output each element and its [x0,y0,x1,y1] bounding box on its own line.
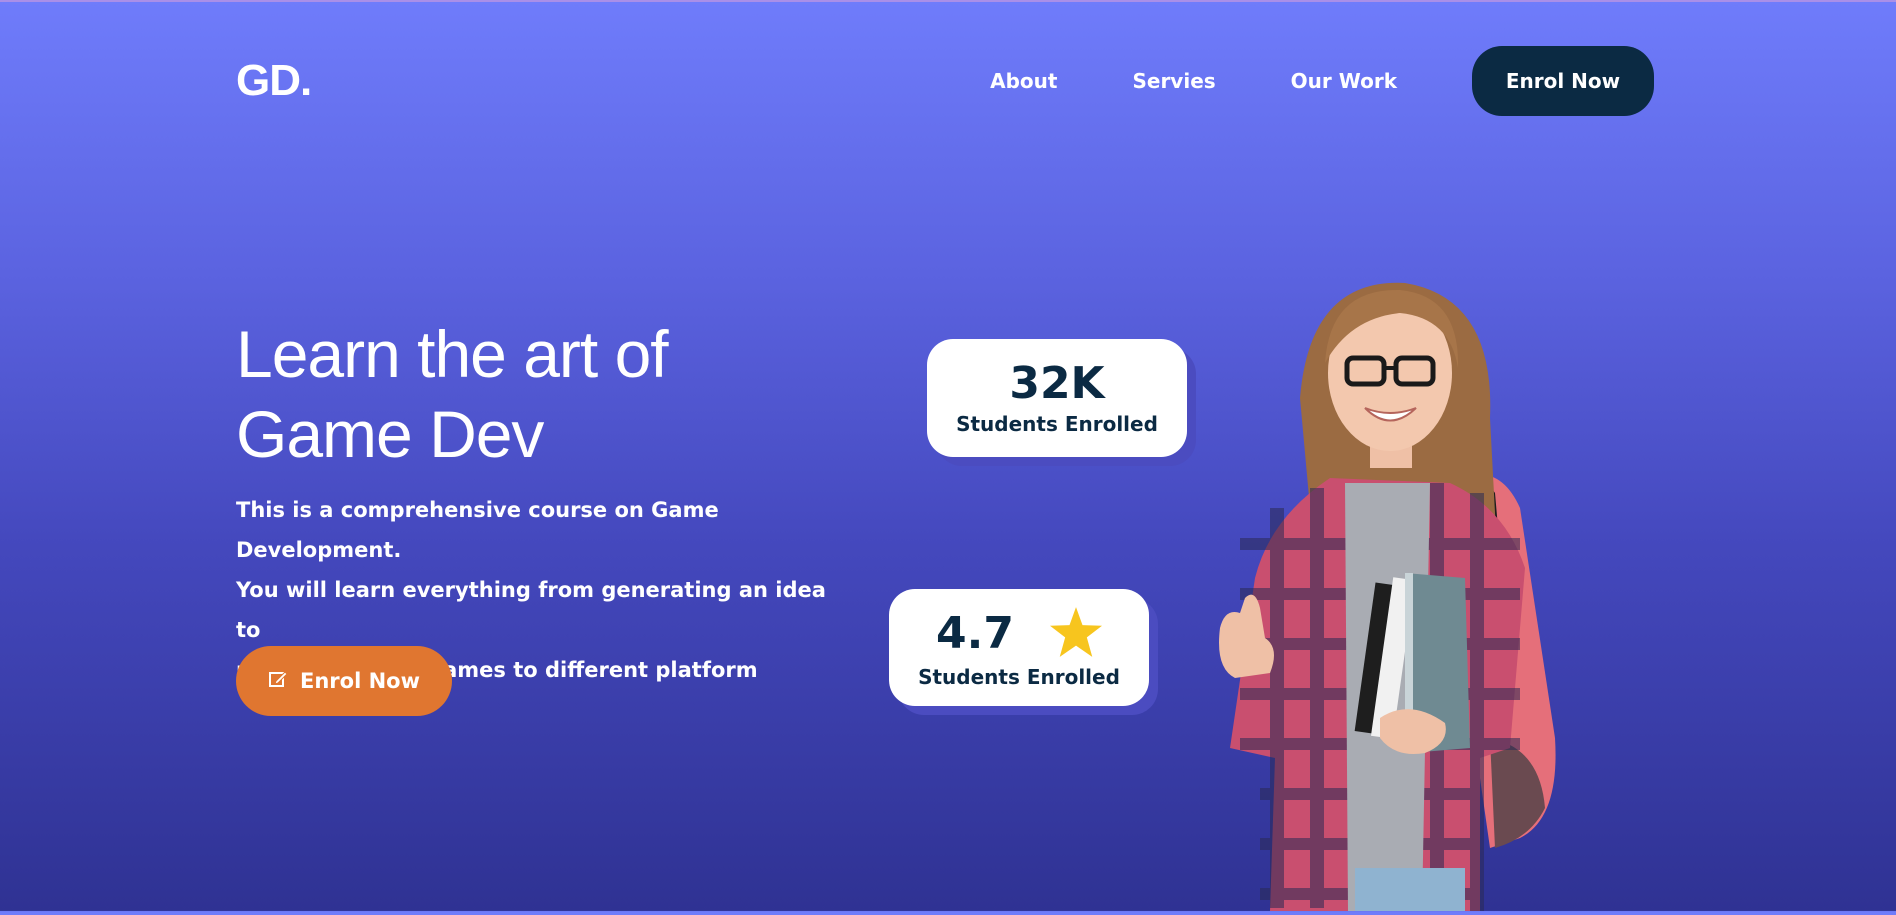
rating-value: 4.7 [936,607,1014,659]
stat-label: Students Enrolled [918,664,1120,689]
top-accent-line [0,0,1896,2]
stat-card-students: 32K Students Enrolled [927,339,1187,457]
student-image [1160,278,1640,913]
description-line-2: You will learn everything from generatin… [236,578,826,642]
main-nav: About Servies Our Work Enrol Now [915,46,1654,116]
headline-line-1: Learn the art of [236,317,669,391]
logo[interactable]: GD. [236,56,312,106]
nav-link-about[interactable]: About [990,69,1057,93]
stat-label: Students Enrolled [956,412,1158,436]
nav-link-services[interactable]: Servies [1132,69,1215,93]
stat-value: 32K [1009,358,1105,409]
star-icon [1049,606,1102,661]
nav-link-our-work[interactable]: Our Work [1291,69,1397,93]
hero-headline: Learn the art of Game Dev [236,314,669,474]
hero-enrol-label: Enrol Now [300,669,420,693]
stat-card-rating: 4.7 Students Enrolled [889,589,1149,706]
nav-enrol-button[interactable]: Enrol Now [1472,46,1654,116]
edit-icon [268,669,288,694]
headline-line-2: Game Dev [236,397,544,471]
description-line-1: This is a comprehensive course on Game D… [236,498,719,562]
hero-enrol-button[interactable]: Enrol Now [236,646,452,716]
